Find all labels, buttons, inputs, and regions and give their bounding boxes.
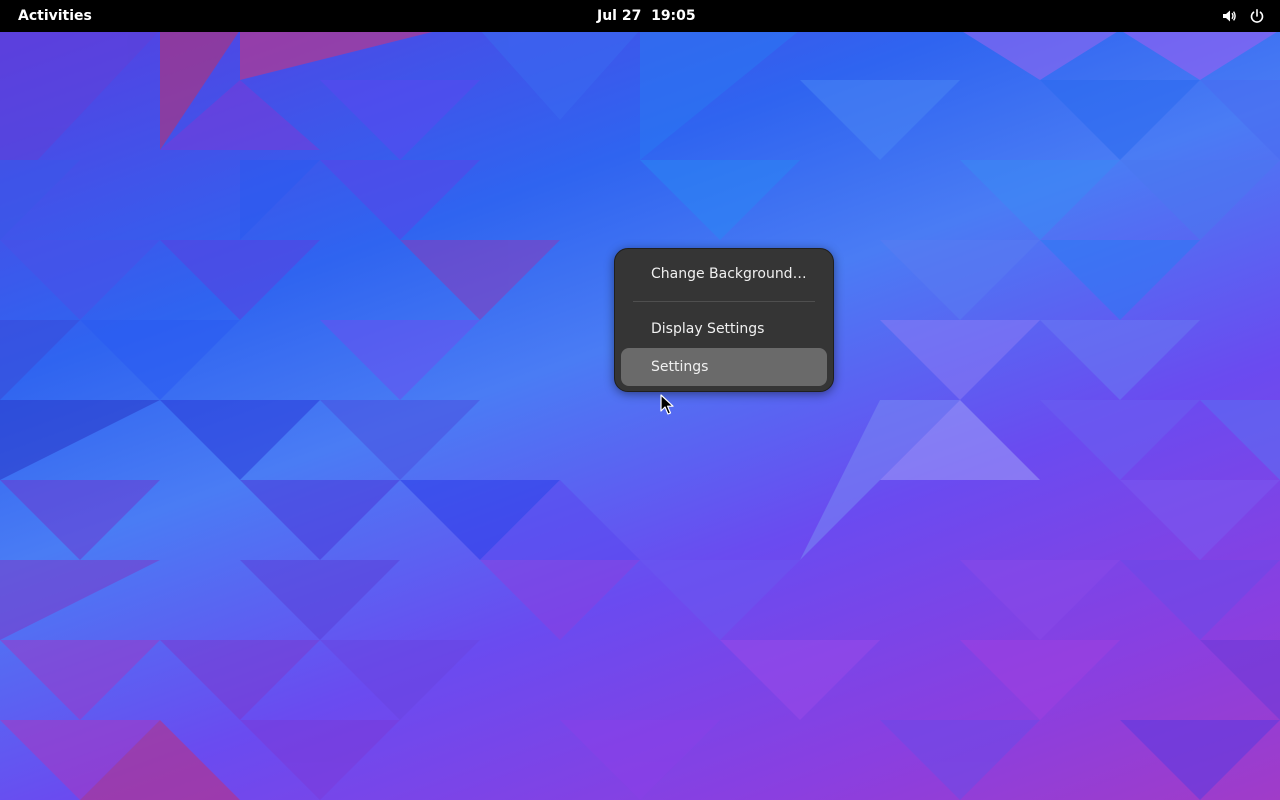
- activities-button[interactable]: Activities: [8, 4, 102, 28]
- wallpaper-image: [0, 30, 1280, 800]
- menu-item-settings[interactable]: Settings: [621, 348, 827, 386]
- menu-item-change-background[interactable]: Change Background…: [621, 255, 827, 293]
- screen: Activities Jul 27 19:05 Change Backgroun…: [0, 0, 1280, 800]
- system-status-menu-button[interactable]: [1212, 4, 1274, 28]
- clock-button[interactable]: Jul 27 19:05: [586, 4, 707, 28]
- desktop-context-menu: Change Background… Display Settings Sett…: [614, 248, 834, 392]
- mouse-cursor-icon: [660, 394, 674, 415]
- top-bar: Activities Jul 27 19:05: [0, 0, 1280, 32]
- volume-icon: [1220, 7, 1238, 25]
- menu-item-display-settings[interactable]: Display Settings: [621, 310, 827, 348]
- menu-separator: [633, 301, 815, 302]
- power-icon: [1248, 7, 1266, 25]
- desktop-background[interactable]: [0, 0, 1280, 800]
